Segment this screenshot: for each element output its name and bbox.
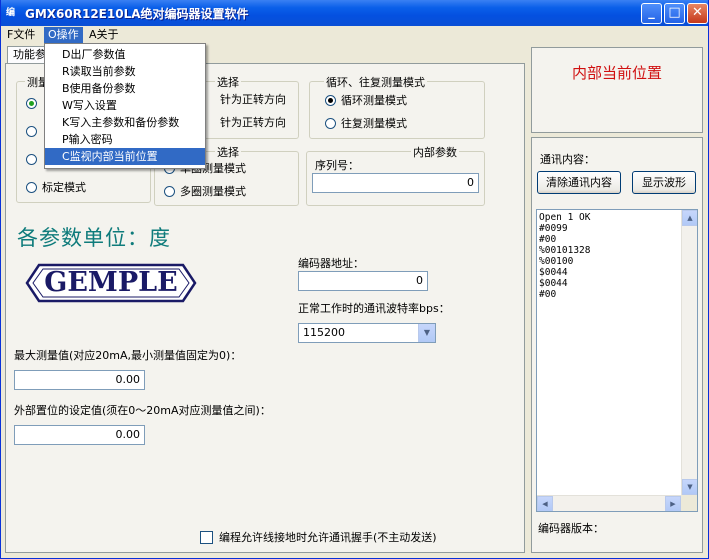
menu-item-use-backup[interactable]: B使用备份参数 (45, 80, 205, 97)
internal-params-title: 内部参数 (411, 144, 459, 160)
menu-item-monitor-position[interactable]: C监视内部当前位置 (45, 148, 205, 165)
operate-menu-dropdown: D出厂参数值 R读取当前参数 B使用备份参数 W写入设置 K写入主参数和备份参数… (44, 43, 206, 169)
scroll-down-icon[interactable]: ▼ (682, 479, 697, 495)
measure-option-2[interactable] (26, 125, 42, 139)
radio-icon (325, 95, 336, 106)
handshake-label: 编程允许线接地时允许通讯握手(不主动发送) (219, 531, 437, 544)
comm-log-lines: Open 1 OK #0099 #00 %00101328 %00100 $00… (539, 212, 681, 300)
radio-icon (26, 126, 37, 137)
log-line: %00100 (539, 256, 574, 267)
radio-icon (26, 182, 37, 193)
menu-item-enter-password[interactable]: P输入密码 (45, 131, 205, 148)
baud-rate-label: 正常工作时的通讯波特率bps： (298, 302, 450, 315)
menu-bar: F文件 O操作 A关于 (1, 26, 708, 44)
measure-option-3[interactable] (26, 153, 42, 167)
max-measure-field[interactable]: 0.00 (14, 370, 145, 390)
units-title: 各参数单位：度 (17, 226, 171, 250)
logo-text: GEMPLE (44, 267, 178, 298)
position-panel: 内部当前位置 (531, 47, 703, 133)
radio-icon (325, 118, 336, 129)
cycle-mode-group: 循环、往复测量模式 循环测量模式 往复测量模式 (309, 74, 485, 139)
comm-title: 通讯内容： (540, 153, 595, 166)
serial-label: 序列号： (315, 159, 359, 172)
scroll-corner (681, 495, 697, 511)
clear-comm-button[interactable]: 清除通讯内容 (537, 171, 621, 194)
internal-params-group: 内部参数 序列号： 0 (306, 144, 485, 206)
menu-item-read-params[interactable]: R读取当前参数 (45, 63, 205, 80)
turns-option-multi[interactable]: 多圈测量模式 (164, 185, 246, 199)
handshake-checkbox-row[interactable]: 编程允许线接地时允许通讯握手(不主动发送) (200, 529, 437, 545)
cycle-mode-title: 循环、往复测量模式 (324, 74, 427, 90)
comm-log[interactable]: Open 1 OK #0099 #00 %00101328 %00100 $00… (536, 209, 698, 512)
main-window: 编 GMX60R12E10LA绝对编码器设置软件 _ □ ✕ F文件 O操作 A… (0, 0, 709, 559)
direction-title: 选择 (215, 74, 241, 90)
log-line: $0044 (539, 278, 568, 289)
app-icon: 编 (6, 8, 16, 18)
measure-option-1[interactable] (26, 97, 42, 111)
menu-item-write-settings[interactable]: W写入设置 (45, 97, 205, 114)
scroll-right-icon[interactable]: ▶ (665, 496, 681, 511)
radio-icon (164, 186, 175, 197)
log-vertical-scrollbar[interactable]: ▲ ▼ (681, 210, 697, 495)
menu-item-write-main-backup[interactable]: K写入主参数和备份参数 (45, 114, 205, 131)
menu-operate[interactable]: O操作 (44, 27, 83, 43)
log-line: #00 (539, 234, 557, 245)
log-horizontal-scrollbar[interactable]: ◀ ▶ (537, 495, 681, 511)
log-line: $0044 (539, 267, 568, 278)
encoder-version-label: 编码器版本： (538, 522, 604, 535)
dropdown-arrow-icon[interactable]: ▼ (418, 324, 435, 342)
menu-item-factory-defaults[interactable]: D出厂参数值 (45, 46, 205, 63)
close-button[interactable]: ✕ (687, 3, 708, 24)
radio-icon (26, 154, 37, 165)
window-title: GMX60R12E10LA绝对编码器设置软件 (25, 7, 249, 21)
cycle-option-loop[interactable]: 循环测量模式 (325, 94, 407, 108)
log-line: %00101328 (539, 245, 591, 256)
position-title: 内部当前位置 (571, 64, 662, 82)
log-line: #0099 (539, 223, 568, 234)
log-line: Open 1 OK (539, 212, 591, 223)
scroll-up-icon[interactable]: ▲ (682, 210, 697, 226)
show-waveform-button[interactable]: 显示波形 (632, 171, 696, 194)
turns-mode-title: 选择 (215, 144, 241, 160)
title-bar: 编 GMX60R12E10LA绝对编码器设置软件 _ □ ✕ (1, 0, 708, 26)
external-pos-label: 外部置位的设定值(须在0～20mA对应测量值之间)： (14, 404, 271, 417)
log-line: #00 (539, 289, 557, 300)
encoder-address-field[interactable]: 0 (298, 271, 428, 291)
baud-rate-select[interactable]: 115200 ▼ (298, 323, 436, 343)
radio-icon (26, 98, 37, 109)
maximize-button[interactable]: □ (664, 3, 685, 24)
address-label: 编码器地址： (298, 257, 364, 270)
baud-rate-value: 115200 (303, 326, 345, 339)
menu-file[interactable]: F文件 (3, 27, 39, 43)
handshake-checkbox[interactable] (200, 531, 213, 544)
menu-about[interactable]: A关于 (85, 27, 123, 43)
comm-panel: 通讯内容： 清除通讯内容 显示波形 Open 1 OK #0099 #00 %0… (531, 137, 703, 553)
external-pos-field[interactable]: 0.00 (14, 425, 145, 445)
scroll-left-icon[interactable]: ◀ (537, 496, 553, 511)
gemple-logo: GEMPLE (25, 263, 197, 303)
max-measure-label: 最大测量值(对应20mA,最小测量值固定为0)： (14, 349, 242, 362)
measure-option-calibration[interactable]: 标定模式 (26, 181, 86, 195)
cycle-option-reciprocate[interactable]: 往复测量模式 (325, 117, 407, 131)
direction-option-1[interactable]: 针为正转方向 (220, 93, 286, 107)
serial-number-field[interactable]: 0 (312, 173, 479, 193)
direction-option-2[interactable]: 针为正转方向 (220, 116, 286, 130)
minimize-button[interactable]: _ (641, 3, 662, 24)
